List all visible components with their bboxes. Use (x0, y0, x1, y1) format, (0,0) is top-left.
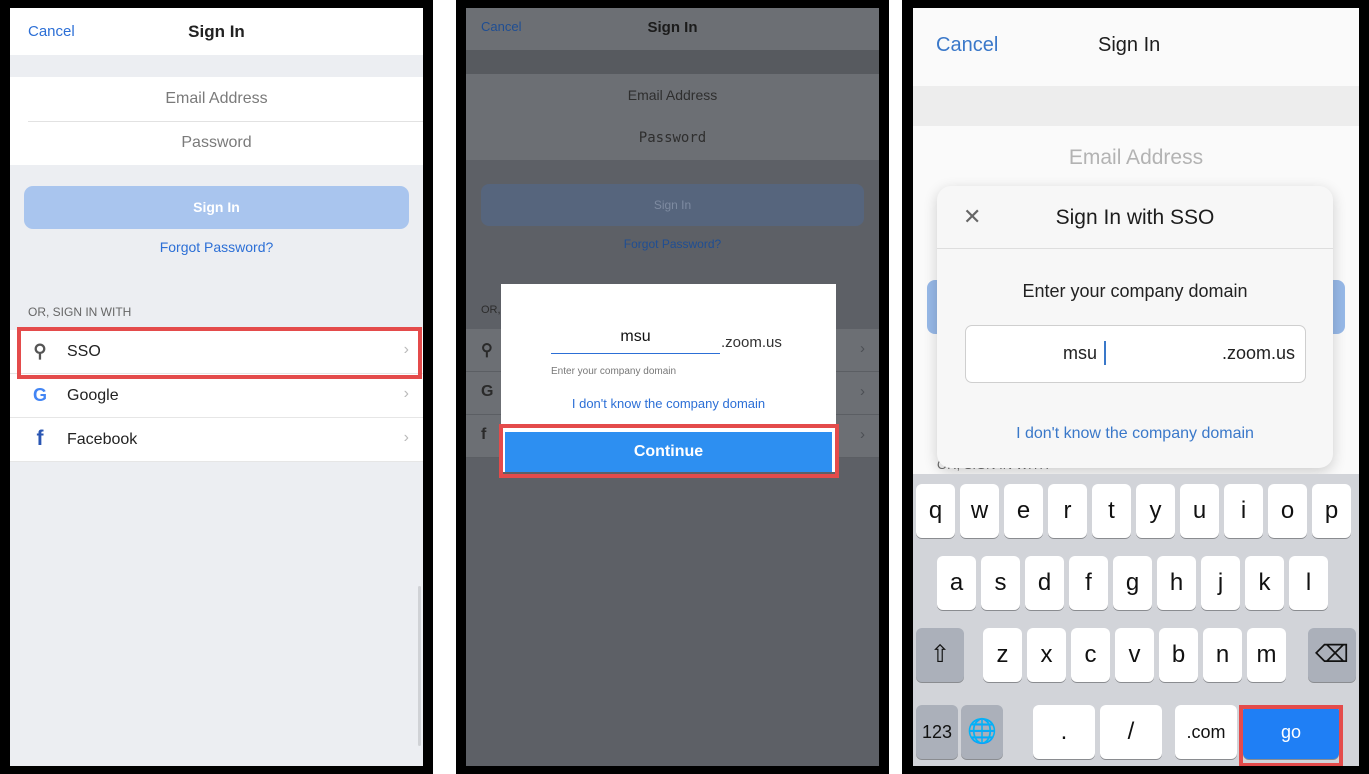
unknown-domain-link[interactable]: I don't know the company domain (937, 425, 1333, 443)
domain-suffix: .zoom.us (721, 334, 782, 351)
page-title: Sign In (647, 19, 698, 36)
continue-highlight-box (499, 424, 839, 478)
key-n[interactable]: n (1203, 628, 1242, 682)
sign-in-screen: Cancel Sign In Email Address Password Si… (10, 8, 423, 766)
numbers-key[interactable]: 123 (916, 705, 958, 759)
sso-dialog: ✕ Sign In with SSO Enter your company do… (937, 186, 1333, 468)
page-title: Sign In (188, 22, 245, 41)
spacer (913, 86, 1359, 126)
key-d[interactable]: d (1025, 556, 1064, 610)
or-sign-in-with-label: OR, SIGN IN WITH (28, 305, 132, 319)
company-domain-input[interactable]: msu (551, 328, 720, 346)
nav-bar: Cancel Sign In (466, 8, 879, 50)
key-j[interactable]: j (1201, 556, 1240, 610)
dialog-title: Sign In with SSO (1055, 206, 1215, 229)
key-a[interactable]: a (937, 556, 976, 610)
domain-hint: Enter your company domain (551, 366, 677, 377)
password-field[interactable]: Password (10, 121, 423, 165)
sign-in-button[interactable]: Sign In (481, 184, 864, 226)
key-x[interactable]: x (1027, 628, 1066, 682)
facebook-icon: f (36, 427, 44, 450)
credentials-form: Email Address Password (10, 77, 423, 165)
key-i[interactable]: i (1224, 484, 1263, 538)
provider-label: Google (67, 387, 119, 404)
forgot-password-link[interactable]: Forgot Password? (10, 239, 423, 255)
key-m[interactable]: m (1247, 628, 1286, 682)
key-k[interactable]: k (1245, 556, 1284, 610)
facebook-icon: f (481, 426, 487, 443)
key-period[interactable]: . (1033, 705, 1095, 759)
sso-highlight-box (17, 327, 422, 379)
sign-in-button[interactable]: Sign In (24, 186, 409, 229)
go-highlight-box (1239, 705, 1343, 766)
email-field[interactable]: Email Address (913, 146, 1359, 170)
key-b[interactable]: b (1159, 628, 1198, 682)
key-p[interactable]: p (1312, 484, 1351, 538)
key-g[interactable]: g (1113, 556, 1152, 610)
chevron-right-icon: › (860, 426, 865, 443)
key-z[interactable]: z (983, 628, 1022, 682)
key-icon: ⚲ (481, 342, 493, 359)
cancel-button[interactable]: Cancel (936, 34, 998, 57)
provider-label: Facebook (67, 431, 138, 448)
key-v[interactable]: v (1115, 628, 1154, 682)
key-s[interactable]: s (981, 556, 1020, 610)
company-domain-input[interactable]: msu .zoom.us (965, 325, 1306, 383)
page-title: Sign In (1098, 34, 1161, 56)
text-cursor (1104, 341, 1106, 365)
phone-panel-2: Cancel Sign In Email Address Password Si… (456, 0, 889, 774)
sso-keyboard-screen: Cancel Sign In Email Address OR, SIGN IN… (913, 8, 1359, 766)
key-e[interactable]: e (1004, 484, 1043, 538)
key-c[interactable]: c (1071, 628, 1110, 682)
spacer (466, 50, 879, 74)
sso-domain-screen: Cancel Sign In Email Address Password Si… (466, 8, 879, 766)
phone-panel-1: Cancel Sign In Email Address Password Si… (0, 0, 433, 774)
google-icon: G (32, 385, 47, 405)
chevron-right-icon: › (403, 385, 409, 402)
nav-bar: Cancel Sign In (10, 8, 423, 55)
provider-row-facebook[interactable]: f Facebook › (10, 418, 423, 462)
provider-row-google[interactable]: G Google › (10, 374, 423, 418)
shift-key[interactable]: ⇧ (916, 628, 964, 682)
domain-value: msu (1063, 343, 1098, 363)
unknown-domain-link[interactable]: I don't know the company domain (501, 396, 836, 411)
email-field[interactable]: Email Address (10, 77, 423, 121)
forgot-password-link[interactable]: Forgot Password? (466, 237, 879, 251)
key-o[interactable]: o (1268, 484, 1307, 538)
key-q[interactable]: q (916, 484, 955, 538)
globe-key[interactable]: 🌐 (961, 705, 1003, 759)
key-h[interactable]: h (1157, 556, 1196, 610)
scrollbar[interactable] (418, 586, 421, 746)
phone-panel-3: Cancel Sign In Email Address OR, SIGN IN… (902, 0, 1369, 774)
delete-key[interactable]: ⌫ (1308, 628, 1356, 682)
email-field[interactable]: Email Address (466, 74, 879, 117)
key-dotcom[interactable]: .com (1175, 705, 1237, 759)
key-w[interactable]: w (960, 484, 999, 538)
domain-suffix: .zoom.us (1221, 343, 1295, 363)
key-f[interactable]: f (1069, 556, 1108, 610)
key-slash[interactable]: / (1100, 705, 1162, 759)
divider (937, 248, 1333, 249)
input-underline (551, 353, 720, 354)
key-r[interactable]: r (1048, 484, 1087, 538)
password-field[interactable]: Password (466, 117, 879, 160)
credentials-form: Email Address Password (466, 74, 879, 160)
chevron-right-icon: › (860, 340, 865, 357)
key-t[interactable]: t (1092, 484, 1131, 538)
google-icon: G (481, 383, 494, 400)
key-u[interactable]: u (1180, 484, 1219, 538)
or-sign-in-with-label: OR, (481, 304, 501, 316)
chevron-right-icon: › (860, 383, 865, 400)
key-l[interactable]: l (1289, 556, 1328, 610)
chevron-right-icon: › (403, 429, 409, 446)
key-y[interactable]: y (1136, 484, 1175, 538)
domain-prompt: Enter your company domain (1022, 281, 1248, 301)
